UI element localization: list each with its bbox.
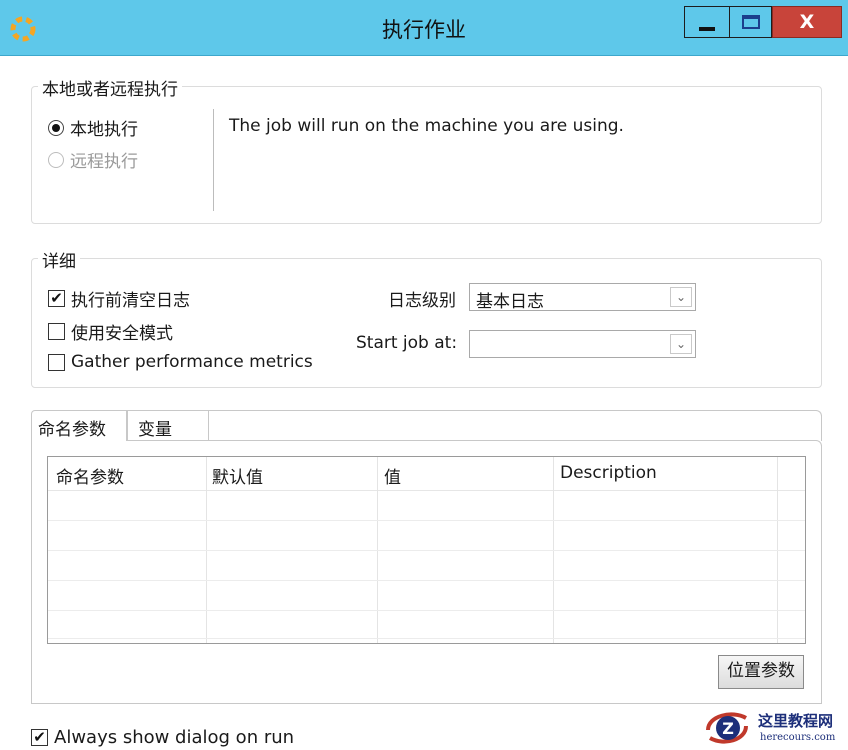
local-execution-radio-row[interactable]: 本地执行 xyxy=(48,115,138,140)
tab-strip-edge xyxy=(209,410,822,441)
metrics-checkbox[interactable] xyxy=(48,353,65,371)
chevron-down-icon[interactable]: ⌄ xyxy=(670,334,692,354)
clear-log-checkbox[interactable]: ✔ xyxy=(48,290,65,307)
log-level-value: 基本日志 xyxy=(476,292,544,312)
watermark-url: herecours.com xyxy=(760,732,836,743)
table-row xyxy=(48,580,805,581)
safe-mode-option[interactable]: 使用安全模式 xyxy=(48,319,173,344)
remote-execution-radio-row: 远程执行 xyxy=(48,147,138,172)
watermark: Z 这里教程网 herecours.com xyxy=(702,708,848,750)
named-params-table[interactable]: 命名参数 默认值 值 Description xyxy=(47,456,806,644)
start-job-select[interactable]: ⌄ xyxy=(469,330,696,358)
table-row xyxy=(48,520,805,521)
execution-location-legend: 本地或者远程执行 xyxy=(38,75,182,100)
column-header-value[interactable]: 值 xyxy=(384,463,401,488)
maximize-button[interactable] xyxy=(729,6,772,38)
clear-log-option[interactable]: ✔ 执行前清空日志 xyxy=(48,286,190,311)
start-job-label: Start job at: xyxy=(356,333,458,353)
always-show-checkbox[interactable]: ✔ xyxy=(31,729,48,746)
chevron-down-icon[interactable]: ⌄ xyxy=(670,287,692,307)
tab-variables[interactable]: 变量 xyxy=(127,410,209,441)
watermark-logo-icon: Z xyxy=(706,712,748,744)
execution-location-group: 本地或者远程执行 本地执行 远程执行 The job will run on t… xyxy=(31,75,822,224)
watermark-title: 这里教程网 xyxy=(758,712,834,730)
column-header-default[interactable]: 默认值 xyxy=(212,463,263,488)
log-level-label: 日志级别 xyxy=(388,291,456,311)
location-divider xyxy=(213,109,214,211)
details-legend: 详细 xyxy=(38,247,80,272)
safe-mode-checkbox[interactable] xyxy=(48,323,65,340)
column-header-name[interactable]: 命名参数 xyxy=(56,463,124,488)
execution-description: The job will run on the machine you are … xyxy=(229,116,624,136)
title-bar[interactable]: 执行作业 X xyxy=(0,0,848,56)
tab-named-params[interactable]: 命名参数 xyxy=(31,410,127,441)
always-show-label: Always show dialog on run xyxy=(54,727,295,748)
table-row xyxy=(48,610,805,611)
remote-execution-label: 远程执行 xyxy=(70,152,138,172)
table-row xyxy=(48,638,805,639)
table-header: 命名参数 默认值 值 Description xyxy=(48,457,805,491)
tab-strip: 命名参数 变量 xyxy=(31,410,822,441)
log-level-select[interactable]: 基本日志 ⌄ xyxy=(469,283,696,312)
metrics-label: Gather performance metrics xyxy=(71,352,313,372)
position-params-button[interactable]: 位置参数 xyxy=(718,655,804,689)
minimize-button[interactable] xyxy=(684,6,729,38)
close-button[interactable]: X xyxy=(772,6,842,38)
details-group: 详细 ✔ 执行前清空日志 使用安全模式 Gather performance m… xyxy=(31,247,822,388)
local-execution-radio[interactable] xyxy=(48,119,64,136)
remote-execution-radio xyxy=(48,151,64,168)
maximize-icon xyxy=(742,15,760,29)
metrics-option[interactable]: Gather performance metrics xyxy=(48,352,313,372)
table-row xyxy=(48,550,805,551)
clear-log-label: 执行前清空日志 xyxy=(71,291,190,311)
column-header-description[interactable]: Description xyxy=(560,463,657,483)
minimize-icon xyxy=(699,27,715,31)
local-execution-label: 本地执行 xyxy=(70,120,138,140)
always-show-option[interactable]: ✔ Always show dialog on run xyxy=(31,727,294,748)
safe-mode-label: 使用安全模式 xyxy=(71,324,173,344)
svg-text:Z: Z xyxy=(722,719,734,738)
